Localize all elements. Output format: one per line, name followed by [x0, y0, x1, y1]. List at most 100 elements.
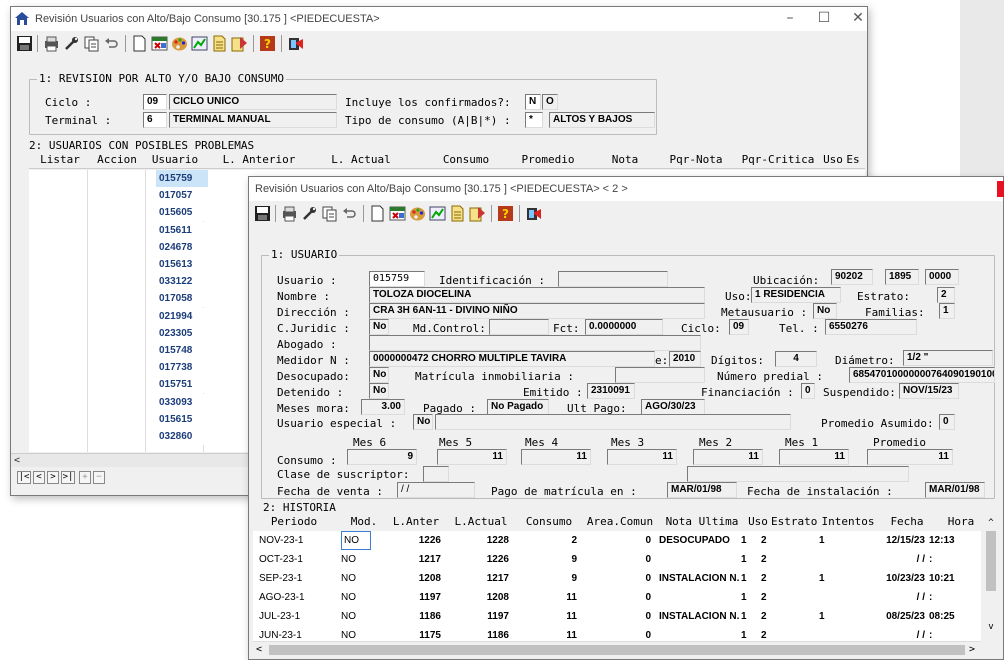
- usuario-cell[interactable]: 017057: [156, 187, 208, 205]
- usuario-cell[interactable]: 015613: [156, 256, 208, 273]
- close-button[interactable]: [997, 181, 1004, 197]
- historia-row[interactable]: AGO-23-1 NO 1197 1208 11 0 1 2 / /:: [253, 588, 981, 607]
- historia-column-header[interactable]: Hora: [941, 515, 981, 529]
- palette-icon[interactable]: [409, 205, 426, 222]
- historia-cell[interactable]: NO: [341, 569, 371, 588]
- nav-first-button[interactable]: |<: [17, 471, 31, 484]
- print-icon[interactable]: [281, 205, 298, 222]
- new-doc-icon[interactable]: [369, 205, 386, 222]
- usuario-cell[interactable]: 021994: [156, 307, 208, 325]
- historia-column-header[interactable]: Intentos: [821, 515, 875, 529]
- usuario-cell[interactable]: 024678: [156, 238, 208, 256]
- usuario-cell[interactable]: 015611: [156, 221, 208, 239]
- historia-cell[interactable]: NO: [341, 550, 371, 569]
- scrollbar-thumb[interactable]: [269, 645, 965, 655]
- scroll-left-icon[interactable]: <: [256, 643, 262, 656]
- chart-icon[interactable]: [191, 35, 208, 52]
- column-header[interactable]: Nota: [595, 153, 655, 167]
- palette-icon[interactable]: [171, 35, 188, 52]
- excel-icon[interactable]: [389, 205, 406, 222]
- usuario-cell[interactable]: 015751: [156, 376, 208, 394]
- usuario-cell[interactable]: 023305: [156, 324, 208, 342]
- document-icon[interactable]: [449, 205, 466, 222]
- help-icon[interactable]: ?: [497, 205, 514, 222]
- minimize-button[interactable]: –: [773, 7, 807, 31]
- usuario-cell[interactable]: 015615: [156, 410, 208, 428]
- undo-icon[interactable]: [103, 35, 120, 52]
- column-header[interactable]: Es: [843, 153, 863, 167]
- usuario-cell[interactable]: 033122: [156, 273, 208, 291]
- column-header[interactable]: Listar: [33, 153, 87, 167]
- historia-cell[interactable]: NO: [341, 607, 371, 626]
- historia-column-header[interactable]: Nota Ultima: [661, 515, 743, 529]
- nav-prev-button[interactable]: <: [33, 471, 45, 484]
- export-icon[interactable]: [469, 205, 486, 222]
- tools-icon[interactable]: [301, 205, 318, 222]
- scroll-right-icon[interactable]: >: [969, 643, 975, 656]
- tipo-consumo-input[interactable]: *: [525, 112, 543, 128]
- column-header[interactable]: Pqr-Nota: [661, 153, 731, 167]
- help-icon[interactable]: ?: [259, 35, 276, 52]
- nav-add-button[interactable]: +: [79, 471, 91, 484]
- nav-next-button[interactable]: >: [47, 471, 59, 484]
- historia-column-header[interactable]: L.Actual: [451, 515, 511, 529]
- historia-column-header[interactable]: Estrato: [771, 515, 817, 529]
- historia-column-header[interactable]: Consumo: [517, 515, 581, 529]
- usuario-cell[interactable]: 032860: [156, 428, 208, 445]
- save-icon[interactable]: [254, 205, 271, 222]
- undo-icon[interactable]: [341, 205, 358, 222]
- column-header[interactable]: Uso: [821, 153, 845, 167]
- copy-icon[interactable]: [83, 35, 100, 52]
- column-header[interactable]: Consumo: [431, 153, 501, 167]
- excel-icon[interactable]: [151, 35, 168, 52]
- export-icon[interactable]: [231, 35, 248, 52]
- historia-column-header[interactable]: Mod.: [345, 515, 383, 529]
- maximize-button[interactable]: ☐: [807, 7, 841, 31]
- column-header[interactable]: L. Actual: [319, 153, 403, 167]
- copy-icon[interactable]: [321, 205, 338, 222]
- usuario-cell[interactable]: 015605: [156, 204, 208, 222]
- historia-cell[interactable]: NO: [341, 531, 371, 550]
- column-header[interactable]: Promedio: [513, 153, 583, 167]
- scrollbar-thumb[interactable]: [986, 531, 996, 591]
- close-button[interactable]: ✕: [841, 7, 867, 31]
- historia-row[interactable]: OCT-23-1 NO 1217 1226 9 0 1 2 / /:: [253, 550, 981, 569]
- tools-icon[interactable]: [63, 35, 80, 52]
- horizontal-scrollbar[interactable]: < >: [253, 641, 981, 657]
- ciclo-code-input[interactable]: 09: [143, 94, 167, 110]
- scroll-up-icon[interactable]: ^: [983, 517, 999, 529]
- usuario-cell[interactable]: 033093: [156, 393, 208, 411]
- document-icon[interactable]: [211, 35, 228, 52]
- historia-column-header[interactable]: Periodo: [261, 515, 327, 529]
- historia-column-header[interactable]: Area.Comun: [585, 515, 655, 529]
- nav-last-button[interactable]: >|: [61, 471, 75, 484]
- usuario-cell[interactable]: 017058: [156, 290, 208, 308]
- historia-column-header[interactable]: Fecha: [881, 515, 933, 529]
- new-doc-icon[interactable]: [131, 35, 148, 52]
- column-header[interactable]: Usuario: [147, 153, 203, 167]
- scroll-left-icon[interactable]: <: [14, 454, 20, 467]
- print-icon[interactable]: [43, 35, 60, 52]
- column-header[interactable]: Pqr-Critica: [733, 153, 823, 167]
- historia-column-header[interactable]: Uso: [747, 515, 769, 529]
- historia-cell[interactable]: NO: [341, 588, 371, 607]
- terminal-code-input[interactable]: 6: [143, 112, 167, 128]
- vertical-scrollbar[interactable]: ^ v: [983, 517, 999, 639]
- exit-icon[interactable]: [287, 35, 304, 52]
- historia-column-header[interactable]: L.Anter: [387, 515, 445, 529]
- scroll-down-icon[interactable]: v: [983, 621, 999, 633]
- usuario-cell[interactable]: 015748: [156, 342, 208, 359]
- usuario-cell[interactable]: 017738: [156, 359, 208, 377]
- confirmados-input[interactable]: N: [525, 94, 541, 110]
- chart-icon[interactable]: [429, 205, 446, 222]
- historia-row[interactable]: JUL-23-1 NO 1186 1197 11 0 INSTALACION N... 1 2 1…: [253, 607, 981, 626]
- column-header[interactable]: Accion: [89, 153, 145, 167]
- historia-row[interactable]: NOV-23-1 NO 1226 1228 2 0 DESOCUPADO 1 2 1 12/15/2…: [253, 531, 981, 550]
- historia-row[interactable]: SEP-23-1 NO 1208 1217 9 0 INSTALACION N... 1 2 1 1…: [253, 569, 981, 588]
- usuario-input[interactable]: 015759: [369, 271, 425, 287]
- column-header[interactable]: L. Anterior: [207, 153, 311, 167]
- usuario-cell[interactable]: 015759: [156, 170, 208, 187]
- save-icon[interactable]: [16, 35, 33, 52]
- exit-icon[interactable]: [525, 205, 542, 222]
- nav-remove-button[interactable]: −: [93, 471, 105, 484]
